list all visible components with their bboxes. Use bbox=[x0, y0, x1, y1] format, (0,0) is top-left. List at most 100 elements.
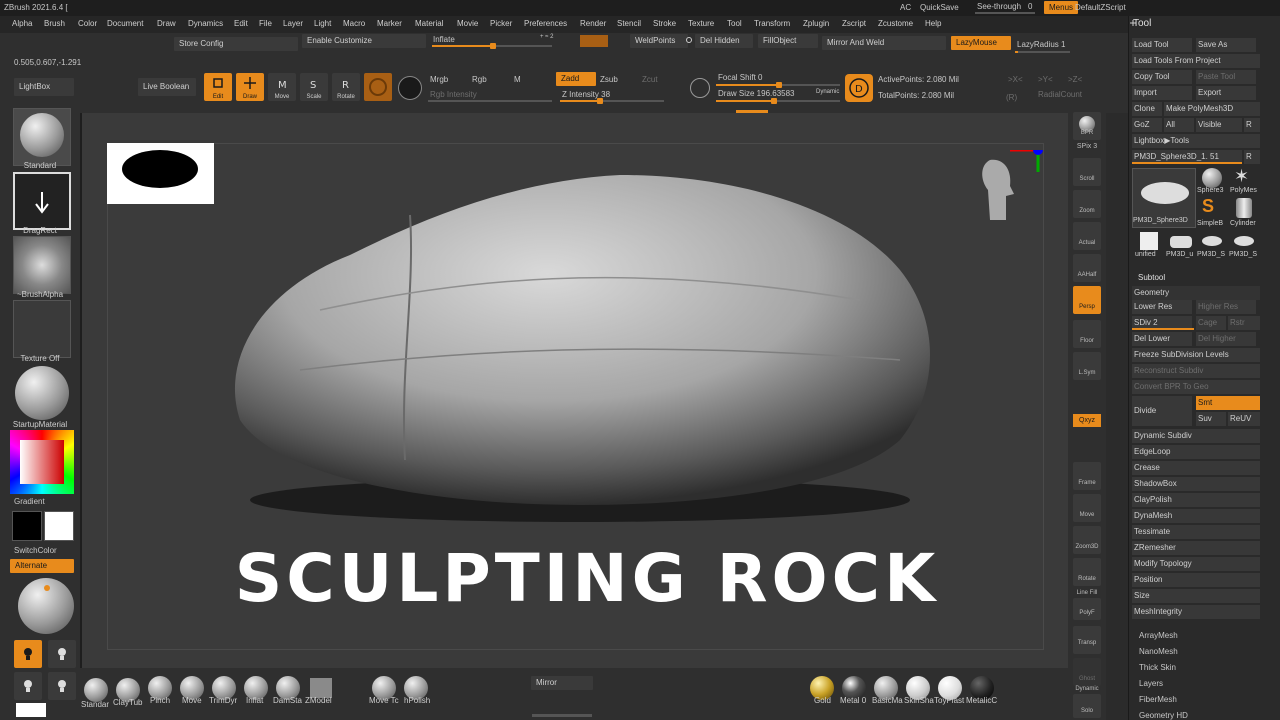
rstr-button[interactable]: Rstr bbox=[1228, 316, 1260, 330]
zmodeler-brush-icon[interactable] bbox=[310, 678, 332, 698]
lazyradius-slider[interactable] bbox=[1015, 51, 1070, 53]
geometry-section[interactable]: Geometry bbox=[1132, 286, 1260, 300]
current-tool-r-button[interactable]: R bbox=[1244, 150, 1260, 164]
goz-all-button[interactable]: All bbox=[1164, 118, 1194, 132]
paste-tool-button[interactable]: Paste Tool bbox=[1196, 70, 1256, 84]
menu-brush[interactable]: Brush bbox=[44, 19, 65, 28]
make-polymesh3d-button[interactable]: Make PolyMesh3D bbox=[1164, 102, 1260, 116]
lsym-button[interactable]: L.Sym bbox=[1073, 352, 1101, 380]
mrgb-toggle[interactable]: Mrgb bbox=[430, 75, 448, 84]
zremesher-section[interactable]: ZRemesher bbox=[1132, 541, 1260, 555]
focal-shift-label[interactable]: Focal Shift 0 bbox=[718, 73, 762, 82]
weldpoints-toggle[interactable]: WeldPoints bbox=[630, 34, 688, 48]
secondary-color-swatch[interactable] bbox=[12, 511, 42, 541]
store-config-button[interactable]: Store Config bbox=[174, 37, 298, 51]
dynamic-toggle[interactable]: Dynamic bbox=[816, 89, 839, 95]
del-higher-button[interactable]: Del Higher bbox=[1196, 332, 1256, 346]
draw-size-label[interactable]: Draw Size 196.63583 bbox=[718, 89, 795, 98]
menu-movie[interactable]: Movie bbox=[457, 19, 478, 28]
goz-r-button[interactable]: R bbox=[1244, 118, 1260, 132]
export-button[interactable]: Export bbox=[1196, 86, 1256, 100]
thick-skin-section[interactable]: Thick Skin bbox=[1139, 663, 1176, 672]
layers-section[interactable]: Layers bbox=[1139, 679, 1163, 688]
claypolish-section[interactable]: ClayPolish bbox=[1132, 493, 1260, 507]
light-bulb-button-2[interactable] bbox=[48, 640, 76, 668]
see-through-label[interactable]: See-through bbox=[977, 2, 1021, 11]
menu-macro[interactable]: Macro bbox=[343, 19, 365, 28]
zsub-toggle[interactable]: Zsub bbox=[600, 75, 618, 84]
menu-document[interactable]: Document bbox=[107, 19, 143, 28]
move-mode-button[interactable]: M Move bbox=[268, 73, 296, 101]
alpha-thumbnail[interactable] bbox=[13, 236, 71, 294]
sdiv-slider-track[interactable] bbox=[1132, 328, 1194, 330]
arraymesh-section[interactable]: ArrayMesh bbox=[1139, 631, 1178, 640]
rotate-mode-button[interactable]: R Rotate bbox=[332, 73, 360, 101]
rock-mesh[interactable] bbox=[200, 160, 960, 530]
load-tools-from-project-button[interactable]: Load Tools From Project bbox=[1132, 54, 1260, 68]
menu-material[interactable]: Material bbox=[415, 19, 443, 28]
qxyz-toggle[interactable]: Qxyz bbox=[1073, 414, 1101, 427]
solo-button[interactable]: Solo bbox=[1073, 694, 1101, 718]
gradient-toggle[interactable]: Gradient bbox=[14, 497, 45, 506]
menu-light[interactable]: Light bbox=[314, 19, 331, 28]
light-bulb-button-1[interactable] bbox=[14, 640, 42, 668]
menu-texture[interactable]: Texture bbox=[688, 19, 714, 28]
goz-button[interactable]: GoZ bbox=[1132, 118, 1162, 132]
menu-alpha[interactable]: Alpha bbox=[12, 19, 32, 28]
mirror-and-weld-button[interactable]: Mirror And Weld bbox=[822, 36, 946, 50]
color-swatch-button[interactable] bbox=[580, 35, 608, 47]
meshintegrity-section[interactable]: MeshIntegrity bbox=[1132, 605, 1260, 619]
save-as-button[interactable]: Save As bbox=[1196, 38, 1256, 52]
edit-mode-button[interactable]: Edit bbox=[204, 73, 232, 101]
menu-transform[interactable]: Transform bbox=[754, 19, 790, 28]
clone-button[interactable]: Clone bbox=[1132, 102, 1162, 116]
menu-stroke[interactable]: Stroke bbox=[653, 19, 676, 28]
lazyradius-label[interactable]: LazyRadius 1 bbox=[1017, 40, 1065, 49]
menu-render[interactable]: Render bbox=[580, 19, 606, 28]
weldpoints-radio-icon[interactable] bbox=[686, 37, 692, 43]
focal-shift-slider[interactable] bbox=[716, 82, 840, 88]
menu-zplugin[interactable]: Zplugin bbox=[803, 19, 829, 28]
spix-label[interactable]: SPix 3 bbox=[1068, 143, 1106, 150]
menu-marker[interactable]: Marker bbox=[377, 19, 402, 28]
current-tool-slider-track[interactable] bbox=[1132, 162, 1242, 164]
scale-mode-button[interactable]: S Scale bbox=[300, 73, 328, 101]
radial-count-label[interactable]: RadialCount bbox=[1038, 90, 1082, 99]
subtool-section[interactable]: Subtool bbox=[1138, 273, 1165, 282]
copy-tool-button[interactable]: Copy Tool bbox=[1132, 70, 1192, 84]
dynamic-subdiv-section[interactable]: Dynamic Subdiv bbox=[1132, 429, 1260, 443]
menu-preferences[interactable]: Preferences bbox=[524, 19, 567, 28]
rgb-toggle[interactable]: Rgb bbox=[472, 75, 487, 84]
light-bulb-button-4[interactable] bbox=[48, 672, 76, 700]
cylinder-thumb-icon[interactable] bbox=[1236, 198, 1252, 218]
menu-color[interactable]: Color bbox=[78, 19, 97, 28]
line-fill-label[interactable]: Line Fill bbox=[1068, 590, 1106, 596]
shadowbox-section[interactable]: ShadowBox bbox=[1132, 477, 1260, 491]
persp-button[interactable]: Persp bbox=[1073, 286, 1101, 314]
tessimate-section[interactable]: Tessimate bbox=[1132, 525, 1260, 539]
frame-button[interactable]: Frame bbox=[1073, 462, 1101, 490]
pm3d-s-thumb-icon[interactable] bbox=[1202, 236, 1222, 246]
menu-file[interactable]: File bbox=[259, 19, 272, 28]
geometry-hd-section[interactable]: Geometry HD bbox=[1139, 711, 1188, 720]
ac-label[interactable]: AC bbox=[900, 3, 911, 12]
orientation-gizmo[interactable] bbox=[970, 150, 1050, 230]
menu-zcustome[interactable]: Zcustome bbox=[878, 19, 913, 28]
goz-visible-button[interactable]: Visible bbox=[1196, 118, 1242, 132]
crease-section[interactable]: Crease bbox=[1132, 461, 1260, 475]
sphere3d-thumb-icon[interactable] bbox=[1202, 168, 1222, 188]
mirror-button[interactable]: Mirror bbox=[531, 676, 593, 690]
see-through-slider[interactable] bbox=[975, 12, 1035, 14]
menu-draw[interactable]: Draw bbox=[157, 19, 176, 28]
lightbox-tools-button[interactable]: Lightbox▶Tools bbox=[1132, 134, 1260, 148]
zcut-toggle[interactable]: Zcut bbox=[642, 75, 658, 84]
zadd-toggle[interactable]: Zadd bbox=[556, 72, 596, 86]
divide-button[interactable]: Divide bbox=[1132, 396, 1192, 426]
brush-thumbnail[interactable] bbox=[13, 108, 71, 166]
polymesh-star-icon[interactable]: ✶ bbox=[1234, 166, 1249, 187]
higher-res-button[interactable]: Higher Res bbox=[1196, 300, 1256, 314]
white-swatch[interactable] bbox=[16, 703, 46, 717]
draw-size-slider[interactable] bbox=[716, 98, 840, 104]
menu-help[interactable]: Help bbox=[925, 19, 941, 28]
unified-thumb-icon[interactable] bbox=[1140, 232, 1158, 250]
